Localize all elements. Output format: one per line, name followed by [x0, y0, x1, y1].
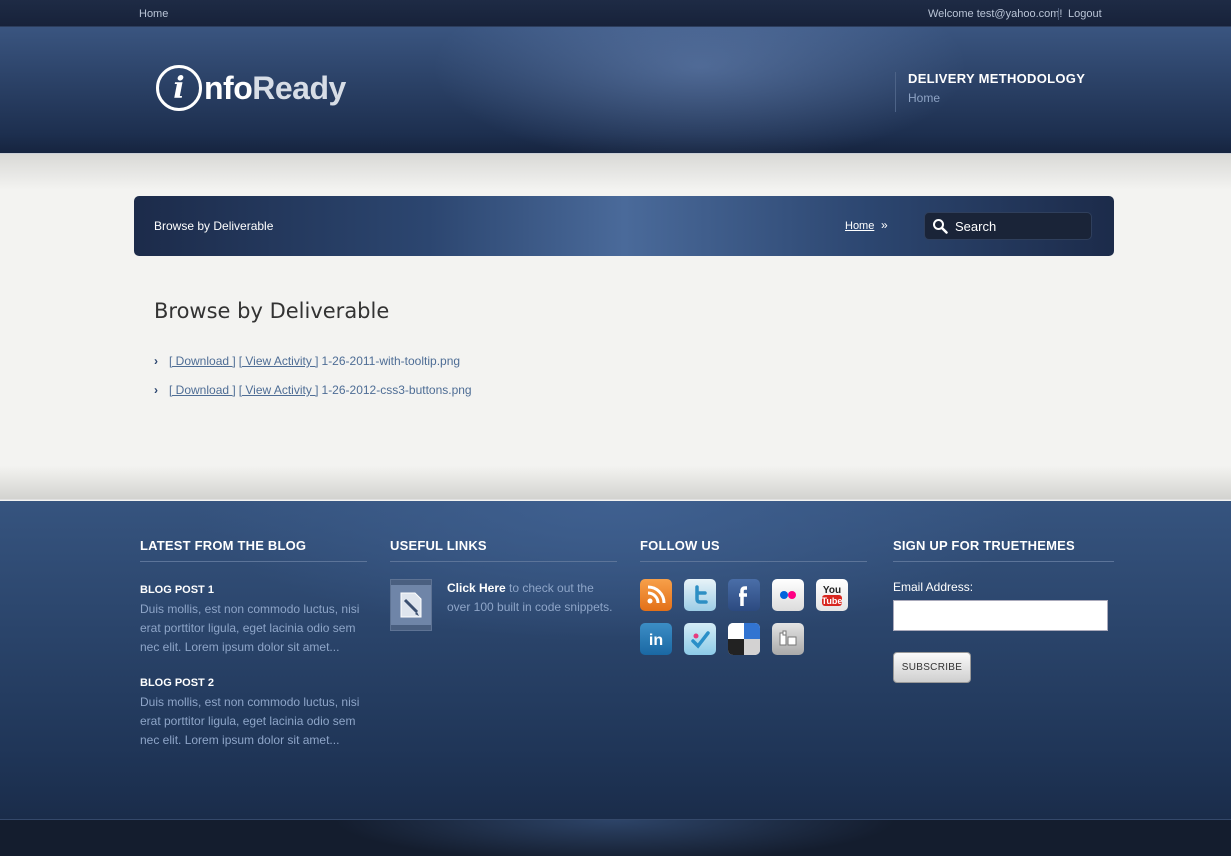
blog-post-title[interactable]: BLOG POST 2: [140, 677, 367, 689]
view-activity-link[interactable]: [ View Activity ]: [239, 383, 319, 397]
list-item: › [ Download ] [ View Activity ] 1-26-20…: [154, 383, 472, 412]
search-icon[interactable]: [925, 218, 955, 234]
linkedin-icon[interactable]: in: [640, 623, 672, 655]
footer-links-column: USEFUL LINKS Click Here to check out the…: [390, 538, 617, 631]
subscribe-button[interactable]: SUBSCRIBE: [893, 652, 971, 683]
social-icons: You Tube in: [640, 579, 867, 655]
logo-word-ready: Ready: [252, 69, 346, 106]
bottom-bar: [0, 819, 1231, 856]
header-shadow-band: [0, 154, 1231, 190]
useful-links-heading: USEFUL LINKS: [390, 538, 617, 562]
footer-signup-column: SIGN UP FOR TRUETHEMES Email Address: SU…: [893, 538, 1114, 683]
logo-i-icon: i: [156, 65, 202, 111]
logo-word-info: nfo: [204, 69, 253, 106]
page-title: Browse by Deliverable: [154, 299, 390, 323]
blog-post-title[interactable]: BLOG POST 1: [140, 584, 367, 596]
view-activity-link[interactable]: [ View Activity ]: [239, 354, 319, 368]
topbar-home-link[interactable]: Home: [139, 8, 168, 20]
click-here-link[interactable]: Click Here: [447, 581, 506, 595]
search-box: [924, 212, 1092, 240]
breadcrumb-bar: Browse by Deliverable Home »: [134, 196, 1114, 256]
facebook-icon[interactable]: [728, 579, 760, 611]
snippet-thumbnail[interactable]: [390, 579, 432, 631]
welcome-text: Welcome test@yahoo.com!: [928, 8, 1063, 20]
file-name: 1-26-2011-with-tooltip.png: [321, 354, 461, 368]
list-item: › [ Download ] [ View Activity ] 1-26-20…: [154, 354, 472, 383]
header-title: DELIVERY METHODOLOGY: [908, 71, 1086, 86]
deliverable-list: › [ Download ] [ View Activity ] 1-26-20…: [154, 354, 472, 412]
breadcrumb-current: Browse by Deliverable: [154, 219, 274, 233]
topbar-divider: [1058, 8, 1059, 20]
download-link[interactable]: [ Download ]: [169, 354, 236, 368]
site-footer: LATEST FROM THE BLOG BLOG POST 1 Duis mo…: [0, 501, 1231, 819]
breadcrumb-home-link[interactable]: Home: [845, 220, 874, 232]
blog-post-excerpt: Duis mollis, est non commodo luctus, nis…: [140, 695, 360, 747]
chevron-right-icon: ›: [154, 354, 158, 368]
top-bar: Home Welcome test@yahoo.com! Logout: [0, 0, 1231, 27]
site-header: i nfo Ready DELIVERY METHODOLOGY Home: [0, 27, 1231, 154]
header-home-link[interactable]: Home: [908, 91, 940, 105]
breadcrumb-separator: »: [881, 218, 888, 232]
svg-text:Tube: Tube: [822, 596, 843, 606]
file-name: 1-26-2012-css3-buttons.png: [321, 383, 472, 397]
blog-post-excerpt: Duis mollis, est non commodo luctus, nis…: [140, 602, 360, 654]
flickr-icon[interactable]: [772, 579, 804, 611]
logout-link[interactable]: Logout: [1068, 8, 1102, 20]
document-pencil-icon: [391, 585, 431, 625]
delicious-icon[interactable]: [728, 623, 760, 655]
footer-shadow-band: [0, 466, 1231, 500]
infoready-logo[interactable]: i nfo Ready: [156, 64, 346, 112]
svg-text:You: You: [823, 585, 841, 596]
header-divider: [895, 72, 896, 112]
email-label: Email Address:: [893, 580, 974, 594]
email-field[interactable]: [893, 600, 1108, 631]
youtube-icon[interactable]: You Tube: [816, 579, 848, 611]
foursquare-icon[interactable]: [684, 623, 716, 655]
twitter-icon[interactable]: [684, 579, 716, 611]
svg-text:in: in: [649, 632, 663, 649]
blog-heading: LATEST FROM THE BLOG: [140, 538, 367, 562]
footer-blog-column: LATEST FROM THE BLOG BLOG POST 1 Duis mo…: [140, 538, 367, 750]
chevron-right-icon: ›: [154, 383, 158, 397]
signup-heading: SIGN UP FOR TRUETHEMES: [893, 538, 1114, 562]
footer-follow-column: FOLLOW US You Tube in: [640, 538, 867, 655]
code-snippets-promo: Click Here to check out the over 100 bui…: [390, 579, 617, 631]
search-input[interactable]: [955, 218, 1085, 234]
digg-icon[interactable]: [772, 623, 804, 655]
snippet-text: Click Here to check out the over 100 bui…: [447, 579, 617, 631]
rss-icon[interactable]: [640, 579, 672, 611]
follow-us-heading: FOLLOW US: [640, 538, 867, 562]
download-link[interactable]: [ Download ]: [169, 383, 236, 397]
